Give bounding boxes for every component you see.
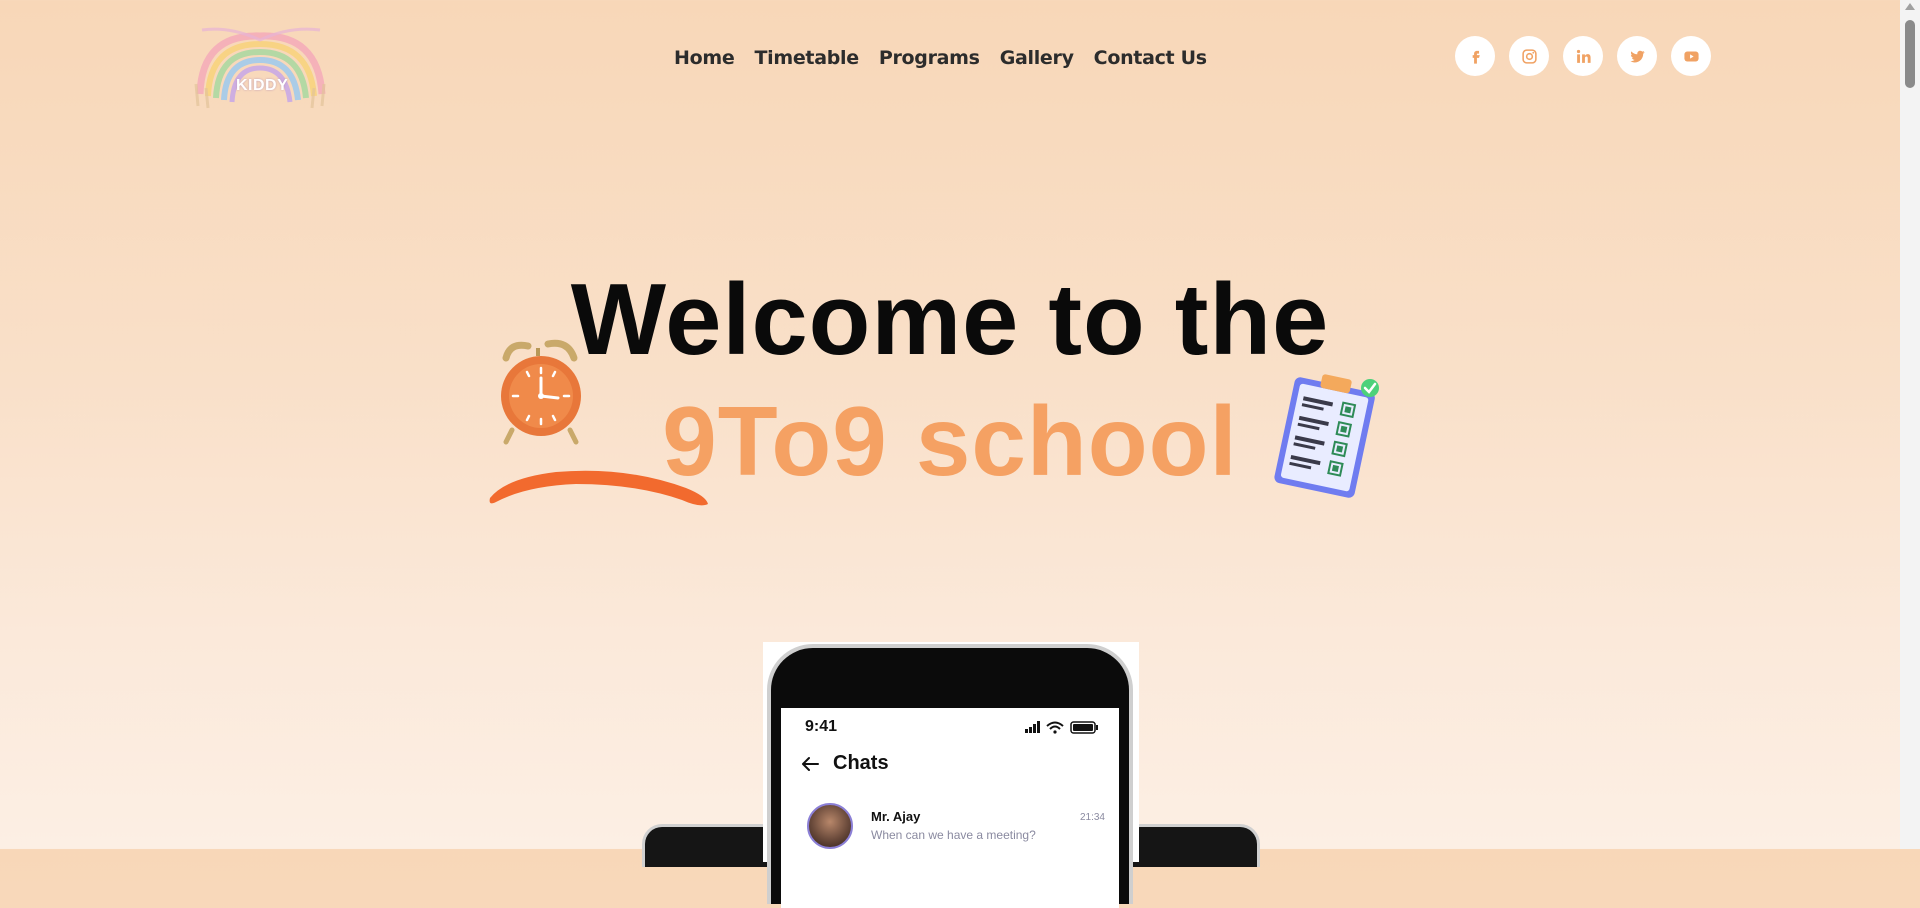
facebook-button[interactable] [1455, 36, 1495, 76]
youtube-icon [1683, 51, 1699, 61]
nav-programs[interactable]: Programs [879, 47, 980, 69]
nav-home[interactable]: Home [674, 47, 735, 69]
facebook-icon [1472, 50, 1480, 64]
page-scrollbar[interactable] [1900, 0, 1920, 849]
page: KIDDY Home Timetable Programs Gallery Co… [0, 0, 1900, 908]
nav-timetable[interactable]: Timetable [754, 47, 859, 69]
phone-screen: 9:41 Chats Mr. Ajay When can we have a m… [781, 708, 1119, 908]
clipboard-checklist-icon [1274, 374, 1379, 498]
brush-stroke-decoration [489, 470, 708, 506]
chat-contact-name: Mr. Ajay [871, 809, 921, 824]
signal-icon [1025, 721, 1040, 733]
kiddy-logo[interactable]: KIDDY [190, 24, 332, 110]
nav-contact-us[interactable]: Contact Us [1094, 47, 1207, 69]
nav-gallery[interactable]: Gallery [1000, 47, 1074, 69]
scroll-up-arrow-icon[interactable] [1905, 3, 1915, 10]
main-nav: Home Timetable Programs Gallery Contact … [674, 47, 1207, 69]
scrollbar-thumb[interactable] [1905, 20, 1915, 88]
twitter-button[interactable] [1617, 36, 1657, 76]
chats-title: Chats [833, 752, 889, 774]
battery-icon [1070, 721, 1098, 734]
phone-back-right [1120, 824, 1260, 867]
rainbow-logo-icon [194, 27, 326, 109]
phone-mockup: 9:41 Chats Mr. Ajay When can we have a m… [763, 642, 1139, 908]
linkedin-button[interactable] [1563, 36, 1603, 76]
alarm-clock-icon [501, 339, 581, 445]
hero-title-line1: Welcome to the [570, 264, 1330, 376]
youtube-button[interactable] [1671, 36, 1711, 76]
instagram-button[interactable] [1509, 36, 1549, 76]
phone-frame: 9:41 Chats Mr. Ajay When can we have a m… [767, 644, 1133, 908]
instagram-icon [1521, 48, 1537, 64]
hero-title-line2: 9To9 school [662, 386, 1238, 496]
back-arrow-icon[interactable] [801, 756, 819, 772]
chat-message-preview: When can we have a meeting? [871, 828, 1036, 842]
chat-timestamp: 21:34 [1079, 812, 1105, 823]
logo-text: KIDDY [236, 77, 289, 94]
status-time: 9:41 [805, 718, 838, 735]
twitter-icon [1629, 50, 1645, 62]
linkedin-icon [1576, 49, 1591, 63]
avatar [807, 803, 853, 849]
wifi-icon [1046, 721, 1064, 730]
social-links [1455, 36, 1711, 76]
status-bar-icons [1025, 721, 1098, 734]
